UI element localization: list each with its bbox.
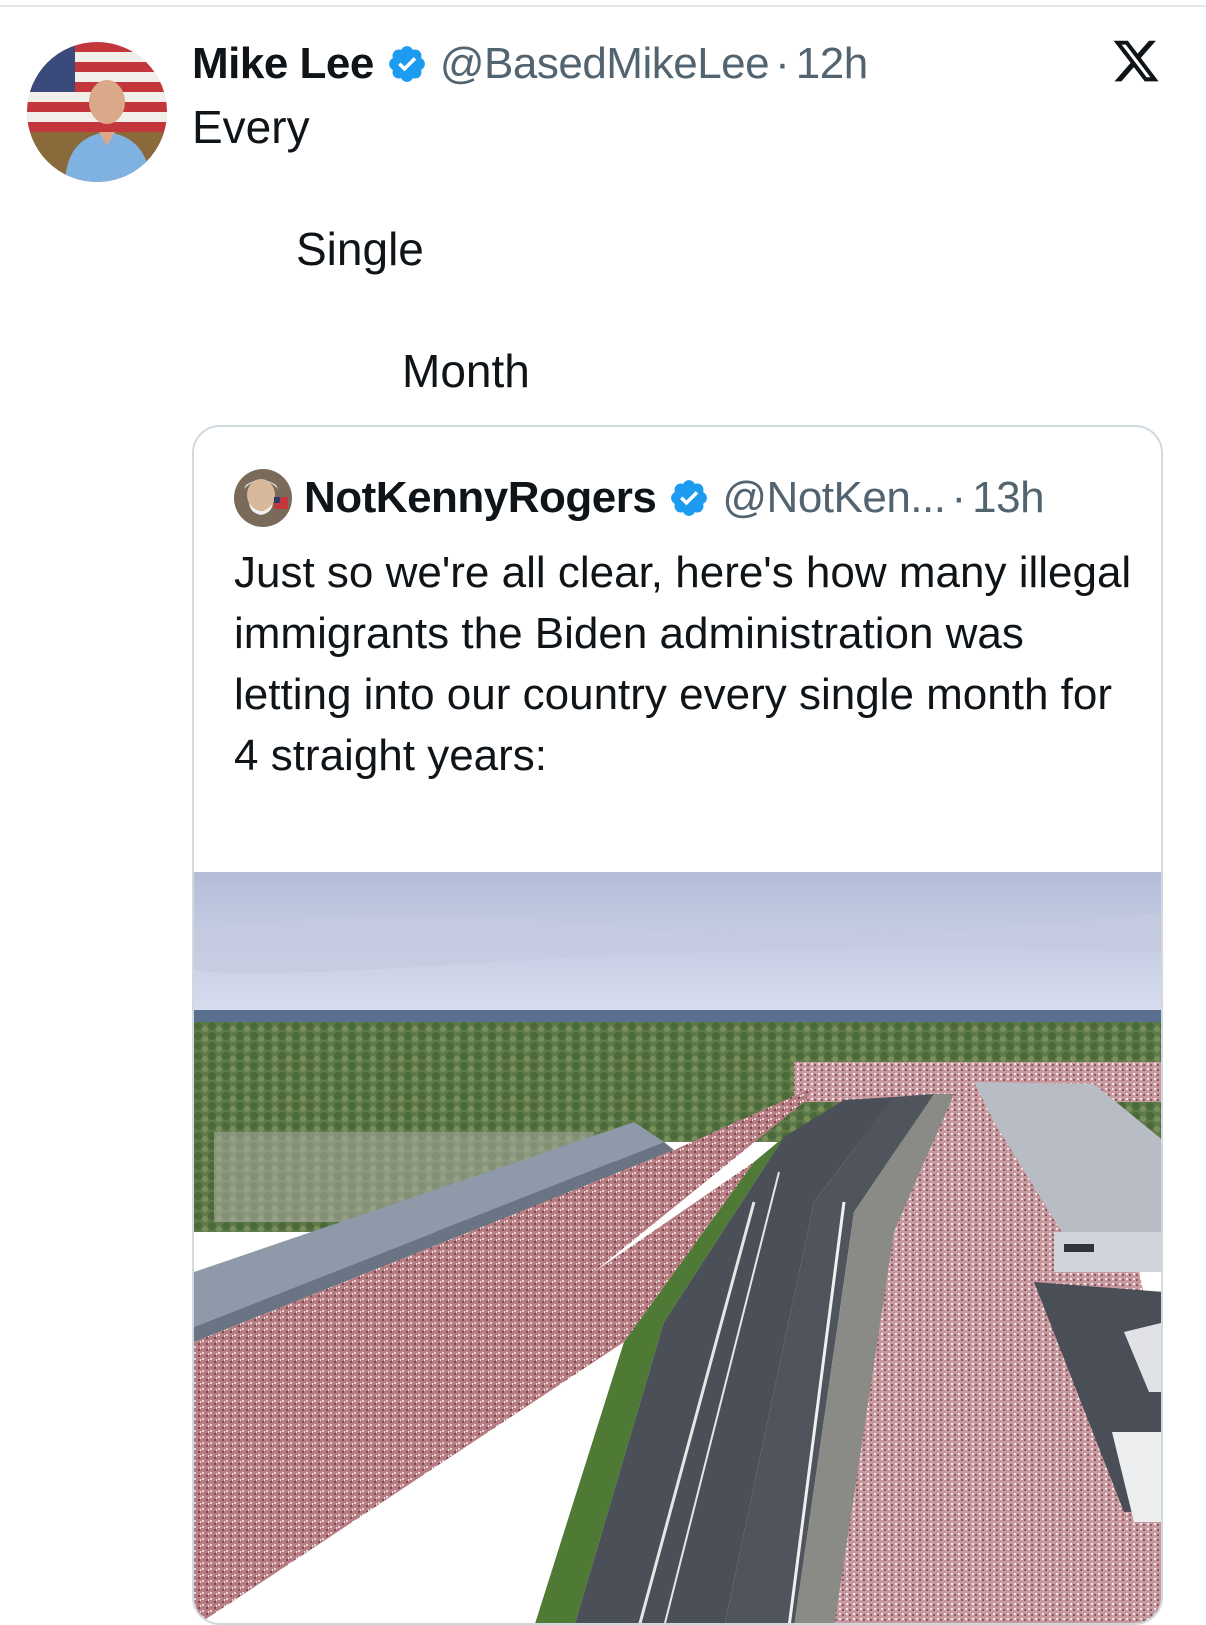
tweet-text-line: Month bbox=[402, 345, 530, 397]
top-divider bbox=[0, 5, 1206, 7]
author-avatar[interactable] bbox=[27, 42, 167, 182]
x-logo-icon[interactable] bbox=[1110, 36, 1162, 86]
quoted-tweet-text: Just so we're all clear, here's how many… bbox=[234, 548, 1132, 780]
tweet-text-line: Single bbox=[296, 223, 424, 275]
quoted-tweet-card[interactable]: NotKennyRogers @NotKen... · 13h Just so … bbox=[192, 425, 1163, 1625]
tweet-text-line: Every bbox=[192, 101, 310, 153]
quoted-author-handle[interactable]: @NotKen... bbox=[722, 473, 946, 523]
tweet-header: Mike Lee @BasedMikeLee · 12h bbox=[192, 36, 868, 92]
separator-dot: · bbox=[951, 473, 967, 522]
separator-dot: · bbox=[775, 39, 790, 88]
author-handle[interactable]: @BasedMikeLee bbox=[440, 39, 770, 89]
quoted-tweet-header: NotKennyRogers @NotKen... · 13h bbox=[304, 467, 1045, 529]
author-name[interactable]: Mike Lee bbox=[192, 39, 374, 89]
verified-badge-icon bbox=[668, 477, 710, 519]
quoted-tweet-image[interactable] bbox=[194, 872, 1161, 1623]
verified-badge-icon bbox=[386, 43, 428, 85]
tweet-timestamp[interactable]: 12h bbox=[796, 39, 868, 89]
quoted-author-avatar[interactable] bbox=[234, 469, 292, 527]
quoted-author-name[interactable]: NotKennyRogers bbox=[304, 473, 657, 523]
quoted-tweet-timestamp[interactable]: 13h bbox=[972, 473, 1044, 523]
